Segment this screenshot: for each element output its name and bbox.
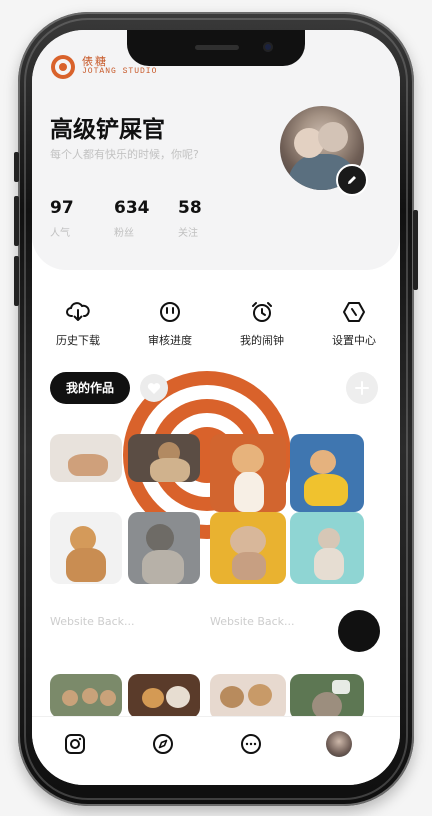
stat-value: 58 [178,198,202,218]
my-works-tab[interactable]: 我的作品 [50,372,130,404]
user-name: 高级铲屎官 [50,117,165,143]
phone-screen: 俵糖 JOTANG STUDIO 高级铲屎官 每个人都有快乐的时候，你呢? 97… [32,30,400,785]
alarm-clock-icon [252,302,272,322]
stat-value: 634 [114,198,150,218]
work-thumbnail[interactable] [128,512,200,584]
heart-icon [147,382,161,394]
stat-following[interactable]: 58 关注 [178,198,234,239]
nav-profile-avatar[interactable] [326,731,352,757]
work-thumbnail[interactable] [50,434,122,482]
camera-icon [332,680,350,694]
stat-popularity[interactable]: 97 人气 [50,198,106,239]
work-thumbnail[interactable] [50,674,122,718]
work-thumbnail[interactable] [210,512,286,584]
user-subtitle: 每个人都有快乐的时候，你呢? [50,148,199,161]
bottom-navigation [32,716,400,785]
stats-row: 97 人气 634 粉丝 58 关注 [50,198,242,239]
avatar-head-2 [318,122,348,152]
work-caption: Website Back... [50,615,135,628]
work-thumbnail[interactable] [50,512,122,584]
stat-label: 关注 [178,228,198,239]
work-caption: Website Back... [210,615,295,628]
volume-down-button [14,256,19,306]
action-label: 历史下载 [56,334,100,347]
floating-action-button[interactable] [338,610,380,652]
nav-messages[interactable] [238,731,264,757]
chat-bubble-icon [241,734,261,754]
action-settings-center[interactable]: 设置中心 [314,298,394,348]
review-progress-icon [160,302,180,322]
front-camera [263,42,273,52]
add-work-button[interactable] [346,372,378,404]
action-review-progress[interactable]: 审核进度 [130,298,210,348]
nav-home[interactable] [62,731,88,757]
brand-logo-icon [51,55,75,79]
action-label: 审核进度 [148,334,192,347]
action-my-alarm[interactable]: 我的闹钟 [222,298,302,348]
stat-label: 人气 [50,228,70,239]
nav-discover[interactable] [150,731,176,757]
speaker [195,45,239,50]
settings-hexagon-icon [343,302,365,322]
works-section-header: 我的作品 [50,370,382,406]
cloud-download-icon [66,302,90,321]
power-button [413,210,418,290]
quick-actions: 历史下载 审核进度 我的闹钟 设置中心 [32,298,400,348]
stat-value: 97 [50,198,74,218]
notch [127,30,305,66]
instagram-icon [65,734,85,754]
mute-switch [14,152,19,182]
work-thumbnail[interactable] [128,434,200,482]
like-button[interactable] [140,374,168,402]
work-thumbnail[interactable] [210,674,286,720]
work-thumbnail[interactable] [290,674,364,720]
work-thumbnail[interactable] [290,434,364,512]
work-thumbnail[interactable] [210,434,286,512]
action-label: 我的闹钟 [240,334,284,347]
work-thumbnail[interactable] [128,674,200,718]
pencil-icon [348,176,356,184]
brand-name-en: JOTANG STUDIO [82,67,158,76]
volume-up-button [14,196,19,246]
stat-followers[interactable]: 634 粉丝 [114,198,170,239]
plus-icon [355,381,369,395]
action-history-download[interactable]: 历史下载 [38,298,118,348]
stat-label: 粉丝 [114,228,134,239]
profile-header: 俵糖 JOTANG STUDIO 高级铲屎官 每个人都有快乐的时候，你呢? 97… [32,30,400,270]
work-thumbnail[interactable] [290,512,364,584]
edit-profile-button[interactable] [336,164,368,196]
compass-icon [153,734,173,754]
action-label: 设置中心 [332,334,376,347]
